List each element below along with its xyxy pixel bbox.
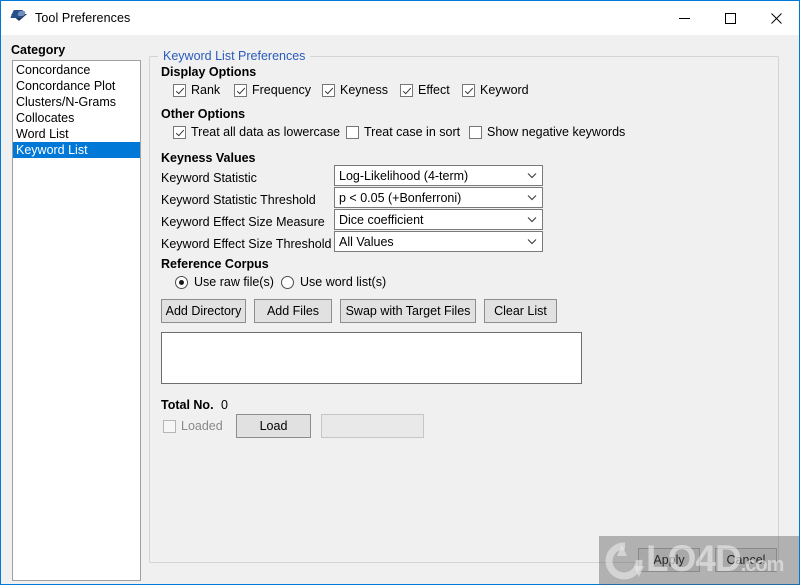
chevron-down-icon[interactable] — [522, 172, 542, 179]
radio-use-word-lists-box[interactable] — [281, 275, 294, 289]
clear-list-button[interactable]: Clear List — [484, 299, 557, 323]
combo-keyword-effect-size-threshold[interactable]: All Values — [334, 231, 543, 252]
sidebar-item-concordance-plot[interactable]: Concordance Plot — [13, 78, 140, 94]
sidebar-item-concordance[interactable]: Concordance — [13, 62, 140, 78]
sidebar-item-clusters-ngrams[interactable]: Clusters/N-Grams — [13, 94, 140, 110]
checkbox-loaded: Loaded — [163, 419, 223, 433]
reference-files-listbox[interactable] — [161, 332, 582, 384]
reference-corpus-heading: Reference Corpus — [161, 257, 269, 271]
add-directory-button[interactable]: Add Directory — [161, 299, 246, 323]
checkbox-rank[interactable]: Rank — [173, 83, 220, 97]
title-bar: Tool Preferences — [1, 1, 799, 35]
total-no-label: Total No. — [161, 398, 214, 412]
category-label: Category — [11, 43, 66, 57]
checkbox-frequency-label: Frequency — [252, 83, 312, 97]
radio-use-word-lists[interactable]: Use word list(s) — [281, 275, 386, 289]
close-icon[interactable] — [753, 1, 799, 35]
combo-keyword-statistic-value: Log-Likelihood (4-term) — [339, 168, 469, 183]
label-keyword-statistic-threshold: Keyword Statistic Threshold — [161, 193, 316, 207]
checkbox-effect-box[interactable] — [400, 83, 413, 97]
checkbox-frequency-box[interactable] — [234, 83, 247, 97]
window-controls — [661, 1, 799, 35]
checkbox-lowercase-label: Treat all data as lowercase — [191, 125, 340, 139]
checkbox-keyword-box[interactable] — [462, 83, 475, 97]
checkbox-keyword-label: Keyword — [480, 83, 529, 97]
dialog-body: Category Concordance Concordance Plot Cl… — [1, 35, 799, 584]
combo-keyword-statistic[interactable]: Log-Likelihood (4-term) — [334, 165, 543, 186]
category-list[interactable]: Concordance Concordance Plot Clusters/N-… — [12, 60, 141, 581]
checkbox-rank-box[interactable] — [173, 83, 186, 97]
checkbox-effect[interactable]: Effect — [400, 83, 450, 97]
radio-use-raw-files-label: Use raw file(s) — [194, 275, 274, 289]
checkbox-keyness-label: Keyness — [340, 83, 388, 97]
checkbox-keyness-box[interactable] — [322, 83, 335, 97]
checkbox-case-sort-label: Treat case in sort — [364, 125, 461, 139]
load-button[interactable]: Load — [236, 414, 311, 438]
display-options-heading: Display Options — [161, 65, 257, 79]
total-no-value: 0 — [221, 398, 228, 412]
panel-title: Keyword List Preferences — [158, 49, 311, 63]
label-keyword-effect-size-measure: Keyword Effect Size Measure — [161, 215, 325, 229]
chevron-down-icon[interactable] — [522, 238, 542, 245]
combo-keyword-statistic-threshold[interactable]: p < 0.05 (+Bonferroni) — [334, 187, 543, 208]
checkbox-loaded-box — [163, 419, 176, 433]
cancel-button[interactable]: Cancel — [715, 548, 777, 572]
checkbox-treat-all-data-as-lowercase[interactable]: Treat all data as lowercase — [173, 125, 340, 139]
label-keyword-statistic: Keyword Statistic — [161, 171, 257, 185]
checkbox-lowercase-box[interactable] — [173, 125, 186, 139]
checkbox-treat-case-in-sort[interactable]: Treat case in sort — [346, 125, 460, 139]
combo-keyword-statistic-threshold-value: p < 0.05 (+Bonferroni) — [339, 190, 462, 205]
combo-keyword-effect-size-measure[interactable]: Dice coefficient — [334, 209, 543, 230]
checkbox-keyness[interactable]: Keyness — [322, 83, 388, 97]
label-keyword-effect-size-threshold: Keyword Effect Size Threshold — [161, 237, 332, 251]
antconc-app-icon — [10, 10, 27, 26]
radio-use-word-lists-label: Use word list(s) — [300, 275, 387, 289]
checkbox-negative-keywords-label: Show negative keywords — [487, 125, 626, 139]
checkbox-negative-keywords-box[interactable] — [469, 125, 482, 139]
maximize-icon[interactable] — [707, 1, 753, 35]
sidebar-item-word-list[interactable]: Word List — [13, 126, 140, 142]
checkbox-frequency[interactable]: Frequency — [234, 83, 311, 97]
load-status-field — [321, 414, 424, 438]
sidebar-item-keyword-list[interactable]: Keyword List — [13, 142, 140, 158]
checkbox-show-negative-keywords[interactable]: Show negative keywords — [469, 125, 625, 139]
radio-use-raw-files[interactable]: Use raw file(s) — [175, 275, 274, 289]
checkbox-rank-label: Rank — [191, 83, 221, 97]
checkbox-effect-label: Effect — [418, 83, 450, 97]
swap-with-target-files-button[interactable]: Swap with Target Files — [340, 299, 476, 323]
combo-keyword-effect-size-threshold-value: All Values — [339, 234, 394, 249]
other-options-heading: Other Options — [161, 107, 246, 121]
radio-use-raw-files-box[interactable] — [175, 275, 188, 289]
keyness-values-heading: Keyness Values — [161, 151, 256, 165]
checkbox-keyword[interactable]: Keyword — [462, 83, 529, 97]
window-title: Tool Preferences — [35, 11, 131, 25]
chevron-down-icon[interactable] — [522, 216, 542, 223]
checkbox-loaded-label: Loaded — [181, 419, 223, 433]
combo-keyword-effect-size-measure-value: Dice coefficient — [339, 212, 424, 227]
tool-preferences-window: { "window": { "title": "Tool Preferences… — [0, 0, 800, 585]
minimize-icon[interactable] — [661, 1, 707, 35]
sidebar-item-collocates[interactable]: Collocates — [13, 110, 140, 126]
checkbox-case-sort-box[interactable] — [346, 125, 359, 139]
add-files-button[interactable]: Add Files — [254, 299, 332, 323]
chevron-down-icon[interactable] — [522, 194, 542, 201]
apply-button[interactable]: Apply — [638, 548, 700, 572]
